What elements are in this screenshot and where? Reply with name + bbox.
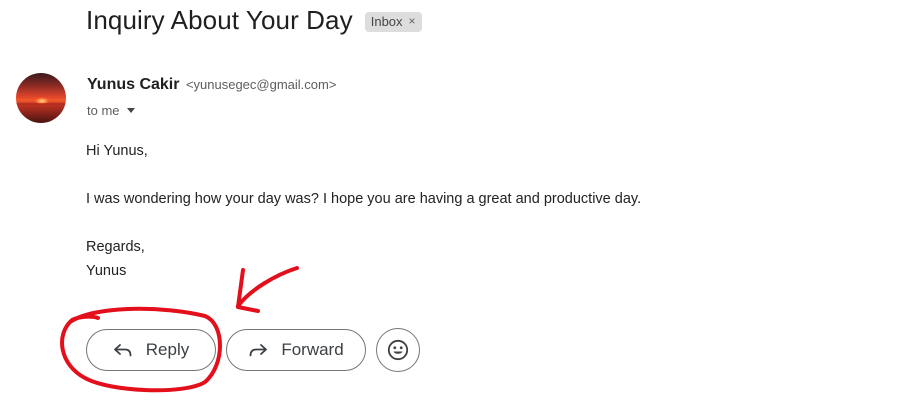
- chevron-down-icon[interactable]: [126, 108, 135, 113]
- inbox-label-chip[interactable]: Inbox ×: [364, 11, 422, 32]
- sender-email: <yunusegec@gmail.com>: [185, 77, 337, 92]
- emoji-reaction-button[interactable]: [376, 328, 420, 372]
- body-paragraph: I was wondering how your day was? I hope…: [86, 191, 642, 207]
- forward-label: Forward: [281, 340, 344, 359]
- body-signature: Yunus: [86, 263, 127, 279]
- recipient-line: to me: [87, 103, 135, 118]
- email-view: Inquiry About Your Day Inbox × Yunus Cak…: [0, 0, 907, 401]
- label-text: Inbox: [370, 13, 403, 29]
- forward-arrow-icon: [248, 342, 268, 358]
- reply-button[interactable]: Reply: [86, 329, 216, 371]
- smiley-emoji-icon: [387, 339, 409, 361]
- body-closing: Regards,: [86, 239, 145, 255]
- reply-arrow-icon: [113, 342, 133, 358]
- sunset-avatar-image: [16, 73, 66, 123]
- subject-row: Inquiry About Your Day Inbox ×: [86, 5, 422, 36]
- forward-button[interactable]: Forward: [226, 329, 366, 371]
- email-body: Hi Yunus, I was wondering how your day w…: [86, 139, 641, 283]
- sender-name[interactable]: Yunus Cakir: [87, 76, 179, 93]
- sender-avatar[interactable]: [16, 73, 66, 123]
- sender-line: Yunus Cakir <yunusegec@gmail.com>: [87, 76, 336, 94]
- remove-label-icon[interactable]: ×: [409, 14, 416, 28]
- reply-label: Reply: [145, 340, 190, 359]
- recipient-text: to me: [87, 103, 120, 118]
- body-greeting: Hi Yunus,: [86, 143, 148, 159]
- message-actions: Reply Forward: [86, 328, 420, 372]
- email-subject: Inquiry About Your Day: [86, 5, 353, 35]
